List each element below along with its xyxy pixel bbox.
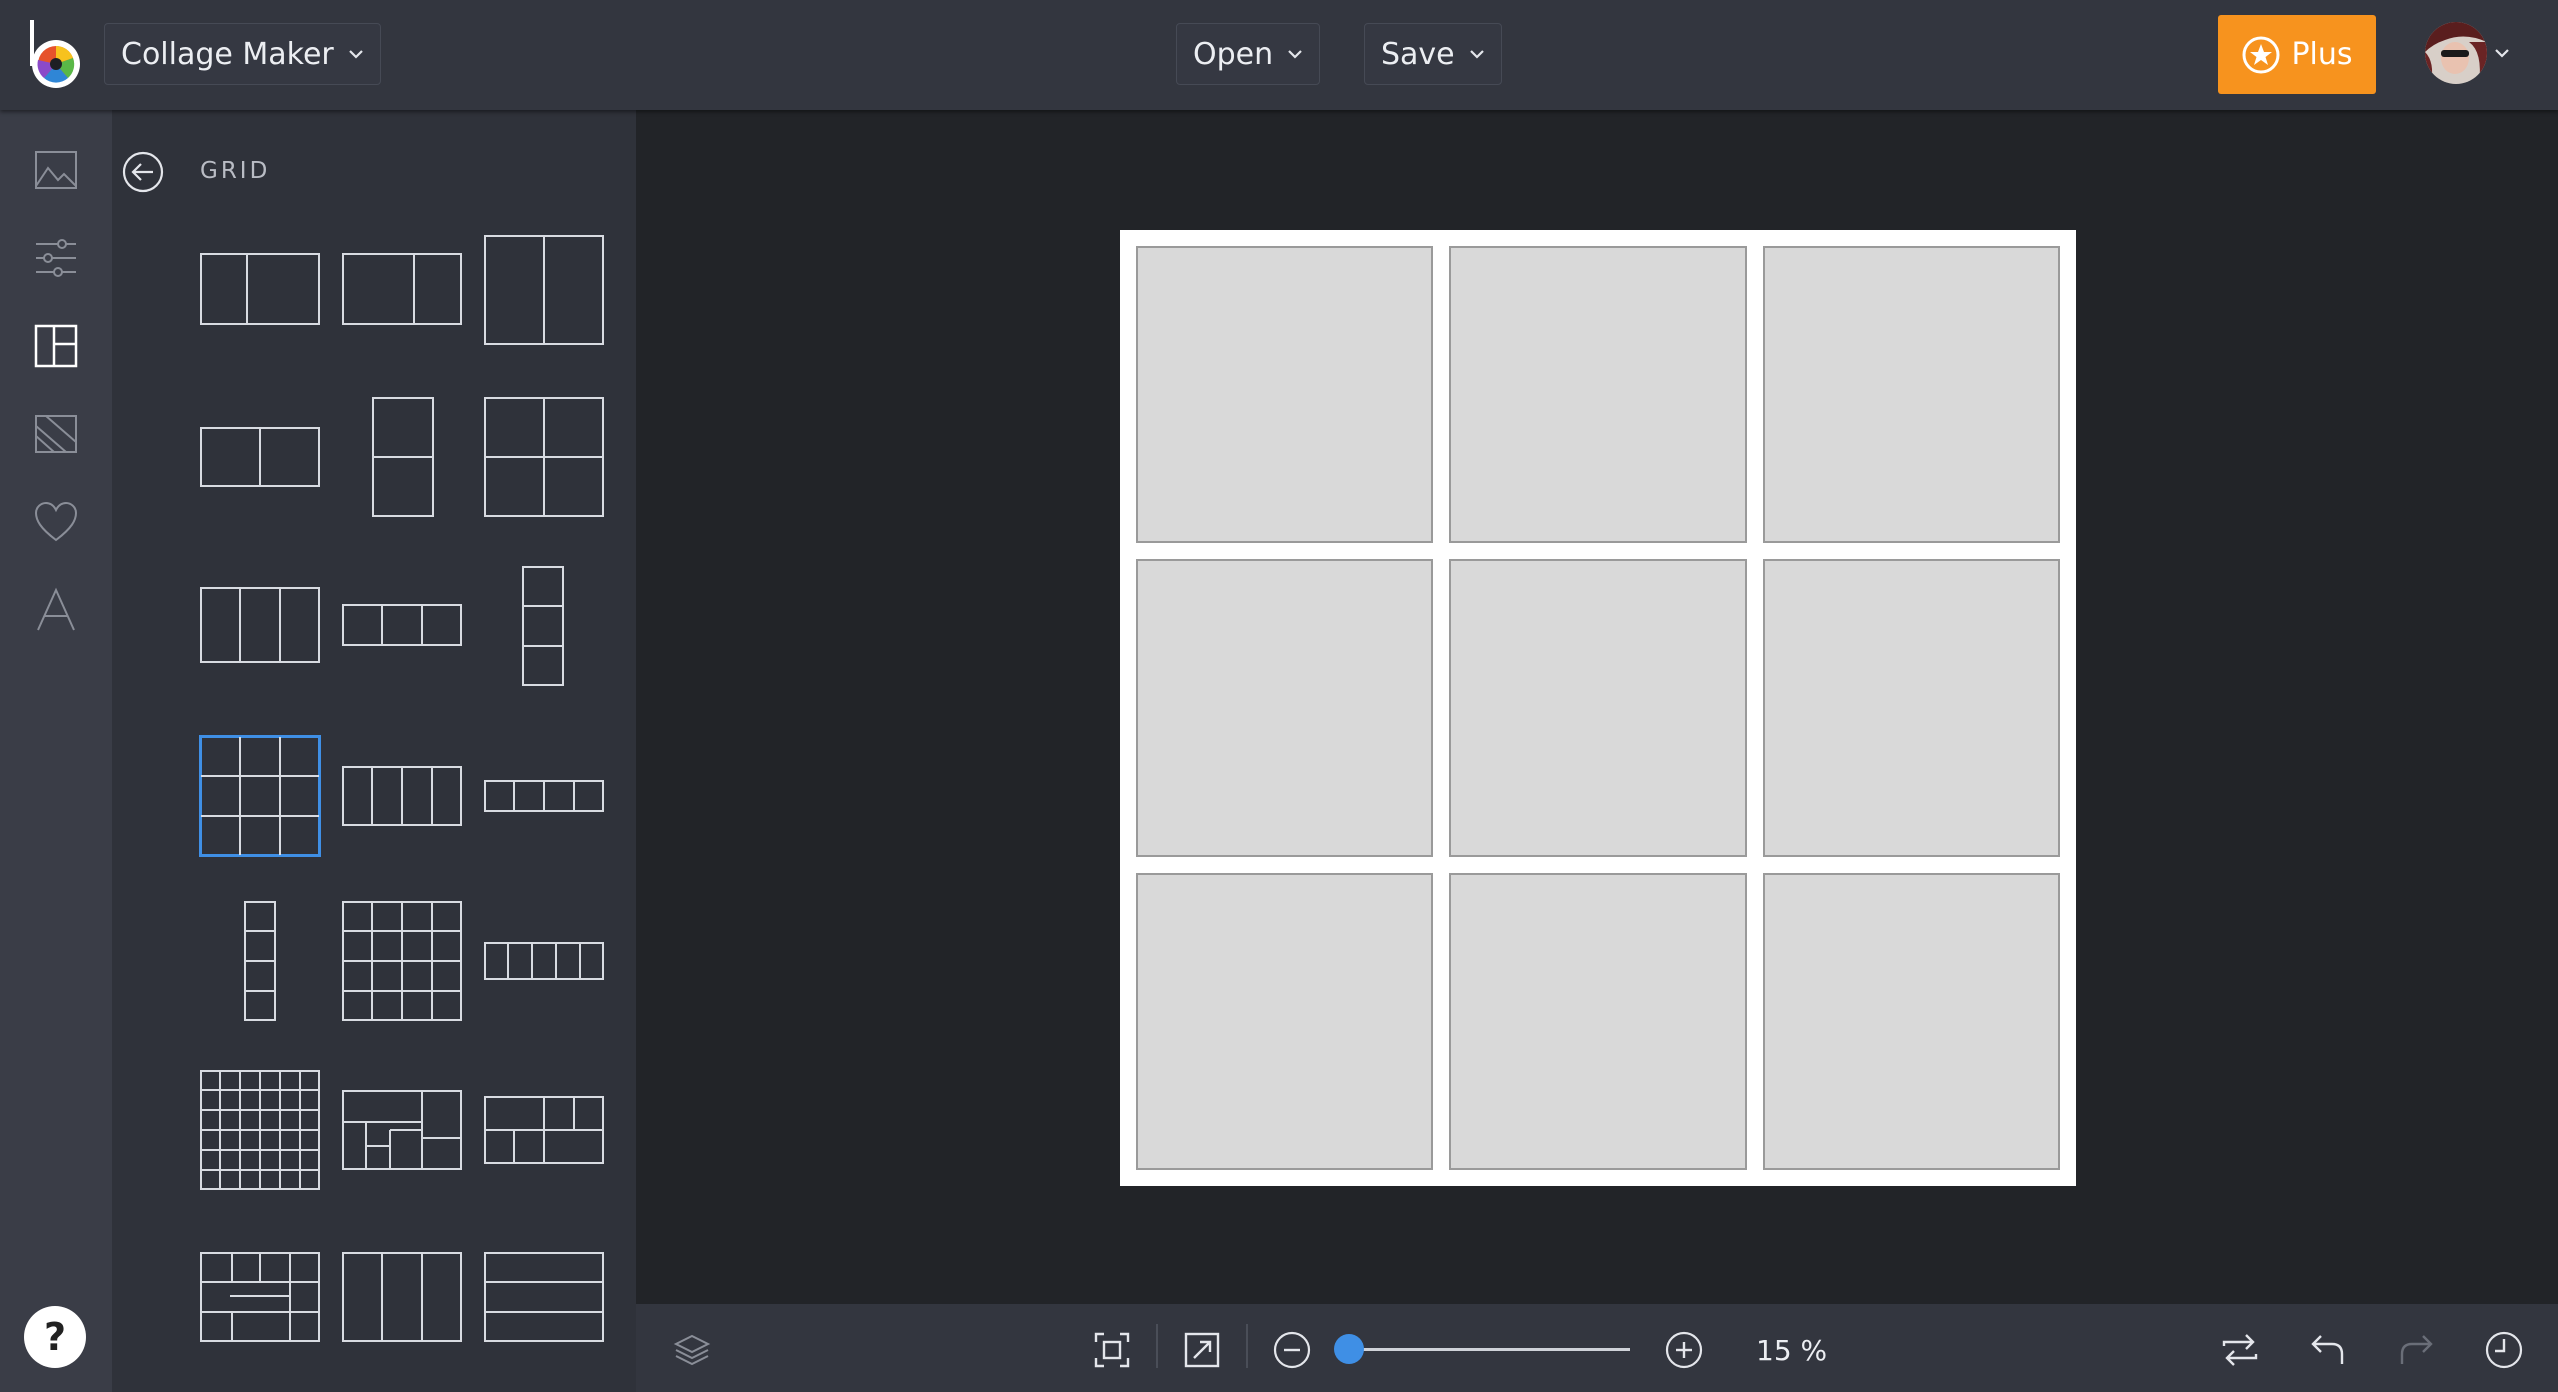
layout-thumbnail[interactable] [244,901,276,1021]
layout-thumbnail[interactable] [200,1070,320,1190]
layout-thumbnail[interactable] [484,780,604,812]
undo-icon[interactable] [2308,1330,2348,1370]
star-badge-icon [2242,36,2280,73]
background-icon[interactable] [32,410,80,458]
redo-icon[interactable] [2396,1330,2436,1370]
layout-thumbnail[interactable] [200,587,320,663]
tool-rail [0,110,112,1392]
plus-upgrade-button[interactable]: Plus [2218,15,2376,94]
collage-cell[interactable] [1136,872,1434,1170]
panel-title: GRID [200,158,271,184]
layout-thumbnail[interactable] [484,235,604,345]
collage-cell[interactable] [1762,559,2060,857]
collage-cell[interactable] [1449,246,1747,544]
layout-thumbnail[interactable] [200,253,320,325]
layout-thumbnail[interactable] [342,901,462,1021]
layout-thumbnail[interactable] [342,1090,462,1170]
back-arrow-icon[interactable] [121,150,165,194]
chevron-down-icon[interactable] [2494,48,2510,58]
collage-cell[interactable] [1136,246,1434,544]
layout-thumbnail[interactable] [522,566,564,686]
layout-thumbnail[interactable] [342,604,462,646]
swap-icon[interactable] [2220,1330,2260,1370]
layout-thumbnail[interactable] [342,1252,462,1342]
chevron-down-icon [348,50,363,59]
zoom-slider-track[interactable] [1340,1348,1630,1351]
chevron-down-icon [1469,50,1484,59]
top-toolbar: Collage Maker Open Save Plus [0,0,2558,110]
zoom-in-icon[interactable] [1664,1330,1704,1370]
zoom-slider-handle[interactable] [1333,1334,1364,1364]
collage-artboard[interactable] [1120,230,2076,1186]
collage-cell[interactable] [1449,872,1747,1170]
help-button[interactable]: ? [24,1306,86,1368]
grid-layout-panel: GRID [178,110,636,1392]
layout-thumbnail[interactable] [200,427,320,487]
befunky-logo-icon[interactable] [26,18,86,90]
panel-gutter [112,110,178,1392]
collage-cell[interactable] [1762,246,2060,544]
open-dropdown-button[interactable]: Open [1176,23,1321,85]
layers-icon[interactable] [672,1330,712,1370]
image-icon[interactable] [32,146,80,194]
toolbar-separator [1156,1324,1158,1368]
layout-thumbnail[interactable] [484,397,604,517]
toolbar-separator [1246,1324,1248,1368]
actual-size-icon[interactable] [1182,1330,1222,1370]
fit-to-screen-icon[interactable] [1092,1330,1132,1370]
layout-thumbnail[interactable] [484,942,604,980]
save-label: Save [1381,36,1455,72]
layout-thumbnail[interactable] [484,1252,604,1342]
avatar-photo-icon [2425,22,2487,84]
heart-icon[interactable] [32,498,80,546]
text-icon[interactable] [32,586,80,634]
layout-thumbnail[interactable] [342,766,462,826]
plus-label: Plus [2291,37,2353,72]
user-avatar[interactable] [2425,22,2487,84]
zoom-percentage: 15 % [1756,1334,1828,1367]
layout-icon[interactable] [32,322,80,370]
app-menu-label: Collage Maker [121,36,334,72]
app-menu-dropdown[interactable]: Collage Maker [104,23,381,85]
adjust-sliders-icon[interactable] [32,234,80,282]
layout-thumbnail[interactable] [200,1252,320,1342]
collage-cell[interactable] [1449,559,1747,857]
save-dropdown-button[interactable]: Save [1364,23,1502,85]
help-label: ? [43,1315,67,1359]
chevron-down-icon [1288,50,1302,59]
history-clock-icon[interactable] [2484,1330,2524,1370]
open-label: Open [1193,36,1274,72]
zoom-out-icon[interactable] [1272,1330,1312,1370]
layout-thumbnail[interactable] [372,397,434,517]
layout-thumbnail[interactable] [342,253,462,325]
layout-thumbnail-selected[interactable] [199,735,321,857]
layout-thumbnail[interactable] [484,1096,604,1164]
collage-cell[interactable] [1136,559,1434,857]
collage-cell[interactable] [1762,872,2060,1170]
